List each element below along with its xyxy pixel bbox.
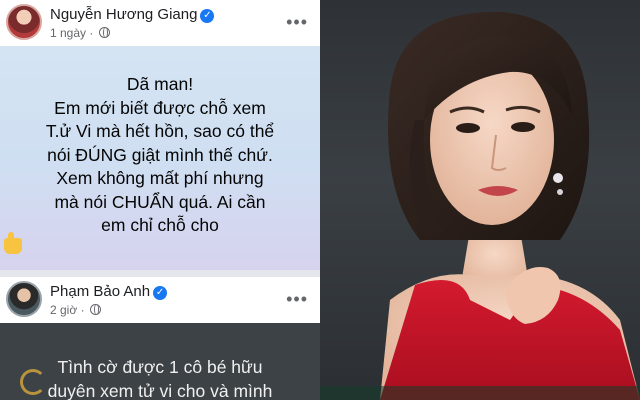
post1-line: Xem không mất phí nhưng bbox=[56, 168, 264, 188]
verified-badge-icon: ✓ bbox=[153, 286, 168, 300]
post1-line: Em mới biết được chỗ xem bbox=[54, 97, 266, 118]
post1-more-options-icon[interactable]: ••• bbox=[286, 12, 308, 33]
post2-more-options-icon[interactable]: ••• bbox=[286, 289, 308, 310]
post1-meta-dot: · bbox=[89, 26, 94, 40]
facebook-screenshot-panel: Nguyễn Hương Giang ✓ 1 ngày · ••• Dã man!… bbox=[0, 0, 320, 400]
verified-badge-icon: ✓ bbox=[200, 9, 215, 23]
post2-line: Tình cờ được 1 cô bé hữu bbox=[57, 357, 263, 377]
post1-author-label[interactable]: Nguyễn Hương Giang bbox=[50, 6, 197, 23]
globe-icon bbox=[98, 27, 110, 38]
post2-meta: 2 giờ · bbox=[50, 303, 101, 317]
post2-background-text-card: Tình cờ được 1 cô bé hữu duyên xem tử vi… bbox=[0, 323, 320, 400]
post1-author-name[interactable]: Nguyễn Hương Giang ✓ bbox=[50, 6, 215, 23]
post2-avatar[interactable] bbox=[6, 281, 42, 317]
post1-timestamp[interactable]: 1 ngày bbox=[50, 26, 86, 40]
right-eye bbox=[511, 122, 535, 132]
post1-avatar[interactable] bbox=[6, 4, 42, 40]
post1-line: T.ử Vi mà hết hồn, sao có thể bbox=[45, 121, 275, 141]
post1-text: Dã man! Em mới biết được chỗ xem T.ử Vi … bbox=[0, 73, 320, 254]
portrait-illustration bbox=[380, 11, 640, 400]
post2-text: Tình cờ được 1 cô bé hữu duyên xem tử vi… bbox=[0, 356, 320, 400]
globe-icon bbox=[89, 304, 101, 315]
feed-divider bbox=[0, 270, 320, 277]
post2-timestamp[interactable]: 2 giờ bbox=[50, 303, 77, 317]
post2-meta-dot: · bbox=[80, 303, 85, 317]
bottom-caption-strip bbox=[320, 386, 640, 400]
post2-author-name[interactable]: Phạm Bảo Anh ✓ bbox=[50, 283, 168, 300]
post1-line-last: em chỉ chỗ cho bbox=[0, 214, 320, 254]
post2-header: Phạm Bảo Anh ✓ 2 giờ · ••• bbox=[0, 277, 320, 323]
earring bbox=[553, 173, 563, 183]
thumbs-up-emoji-icon bbox=[4, 231, 22, 254]
left-eye bbox=[456, 123, 480, 133]
post1-line: em chỉ chỗ cho bbox=[101, 215, 219, 235]
post1-line: nói ĐÚNG giật mình thế chứ. bbox=[47, 144, 273, 165]
post1-line: Dã man! bbox=[126, 74, 194, 94]
post2-author-label[interactable]: Phạm Bảo Anh bbox=[50, 283, 150, 300]
post1-line: mà nói CHUẨN quá. Ai cần bbox=[54, 191, 266, 212]
post1-header: Nguyễn Hương Giang ✓ 1 ngày · ••• bbox=[0, 0, 320, 48]
post1-background-text-card: Dã man! Em mới biết được chỗ xem T.ử Vi … bbox=[0, 46, 320, 270]
post2-line: duyên xem tử vi cho và mình bbox=[47, 380, 273, 400]
portrait-photo bbox=[320, 0, 640, 400]
post1-meta: 1 ngày · bbox=[50, 26, 110, 40]
